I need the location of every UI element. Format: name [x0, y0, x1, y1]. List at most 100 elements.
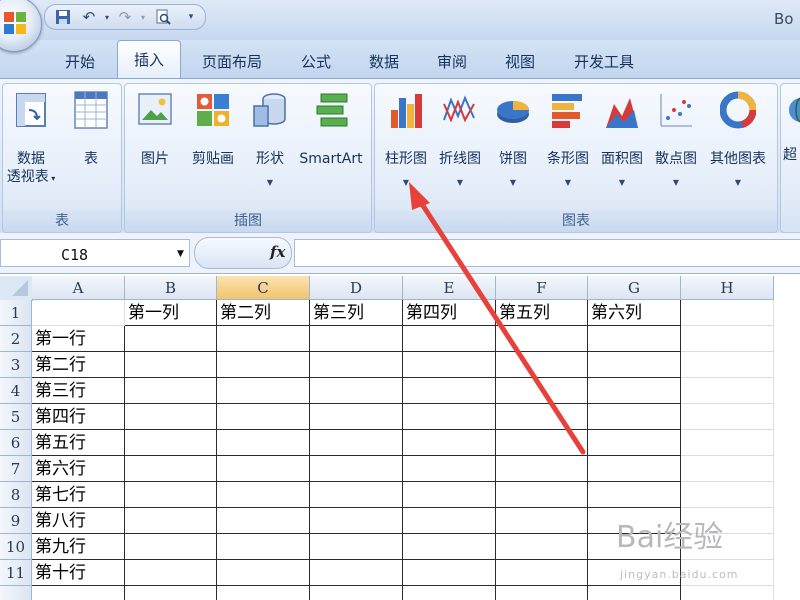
column-header-f[interactable]: F	[496, 276, 588, 300]
table-button[interactable]: 表	[65, 90, 117, 168]
cell-d4[interactable]	[310, 378, 403, 404]
cell-c4[interactable]	[217, 378, 310, 404]
row-header-1[interactable]: 1	[0, 300, 32, 326]
cell-d8[interactable]	[310, 482, 403, 508]
cell-f7[interactable]	[496, 456, 588, 482]
cell-g5[interactable]	[588, 404, 681, 430]
cell-a7[interactable]: 第六行	[32, 456, 125, 482]
cell-c7[interactable]	[217, 456, 310, 482]
cell-d1[interactable]: 第三列	[310, 300, 403, 326]
cell-f9[interactable]	[496, 508, 588, 534]
cell-a1[interactable]	[32, 300, 125, 326]
cell-d6[interactable]	[310, 430, 403, 456]
cell-g12[interactable]	[588, 586, 681, 600]
bar-chart-dropdown-icon[interactable]: ▼	[541, 176, 595, 190]
column-header-b[interactable]: B	[125, 276, 217, 300]
cell-g6[interactable]	[588, 430, 681, 456]
row-header-3[interactable]: 3	[0, 352, 32, 378]
area-chart-dropdown-icon[interactable]: ▼	[595, 176, 649, 190]
undo-icon[interactable]: ↶	[79, 7, 99, 27]
line-chart-button[interactable]: 折线图 ▼	[433, 90, 487, 190]
cell-c6[interactable]	[217, 430, 310, 456]
cell-h6[interactable]	[681, 430, 774, 456]
cell-b1[interactable]: 第一列	[125, 300, 217, 326]
cell-b4[interactable]	[125, 378, 217, 404]
cell-e6[interactable]	[403, 430, 496, 456]
smartart-button[interactable]: SmartArt	[295, 90, 367, 168]
cell-g2[interactable]	[588, 326, 681, 352]
cell-a12[interactable]	[32, 586, 125, 600]
cell-c8[interactable]	[217, 482, 310, 508]
cell-g3[interactable]	[588, 352, 681, 378]
redo-icon[interactable]: ↷	[115, 7, 135, 27]
cell-d12[interactable]	[310, 586, 403, 600]
row-header-6[interactable]: 6	[0, 430, 32, 456]
cell-f10[interactable]	[496, 534, 588, 560]
undo-dropdown-icon[interactable]: ▾	[97, 7, 117, 27]
cell-a6[interactable]: 第五行	[32, 430, 125, 456]
name-box[interactable]: C18 ▼	[0, 239, 190, 267]
row-header-2[interactable]: 2	[0, 326, 32, 352]
cell-g1[interactable]: 第六列	[588, 300, 681, 326]
row-header-11[interactable]: 11	[0, 560, 32, 586]
tab-home[interactable]: 开始	[50, 48, 110, 78]
column-chart-dropdown-icon[interactable]: ▼	[379, 176, 433, 190]
cell-f5[interactable]	[496, 404, 588, 430]
other-charts-dropdown-icon[interactable]: ▼	[703, 176, 773, 190]
cell-e12[interactable]	[403, 586, 496, 600]
column-header-h[interactable]: H	[681, 276, 774, 300]
other-charts-button[interactable]: 其他图表 ▼	[703, 90, 773, 190]
cell-b9[interactable]	[125, 508, 217, 534]
cell-h7[interactable]	[681, 456, 774, 482]
column-header-e[interactable]: E	[403, 276, 496, 300]
row-header-partial[interactable]	[0, 586, 32, 600]
tab-formulas[interactable]: 公式	[288, 48, 344, 78]
cell-b8[interactable]	[125, 482, 217, 508]
cell-c1[interactable]: 第二列	[217, 300, 310, 326]
area-chart-button[interactable]: 面积图 ▼	[595, 90, 649, 190]
cell-b11[interactable]	[125, 560, 217, 586]
cell-e8[interactable]	[403, 482, 496, 508]
cell-f6[interactable]	[496, 430, 588, 456]
insert-function-icon[interactable]: fx	[270, 243, 285, 261]
tab-review[interactable]: 审阅	[424, 48, 480, 78]
pie-chart-dropdown-icon[interactable]: ▼	[487, 176, 539, 190]
hyperlink-button[interactable]: 超	[783, 90, 800, 164]
formula-input[interactable]	[294, 239, 800, 267]
cell-d5[interactable]	[310, 404, 403, 430]
cell-f11[interactable]	[496, 560, 588, 586]
cell-c9[interactable]	[217, 508, 310, 534]
cell-a3[interactable]: 第二行	[32, 352, 125, 378]
column-header-g[interactable]: G	[588, 276, 681, 300]
cell-d9[interactable]	[310, 508, 403, 534]
tab-page-layout[interactable]: 页面布局	[192, 48, 272, 78]
picture-button[interactable]: 图片	[131, 90, 179, 168]
shapes-dropdown-icon[interactable]: ▼	[245, 176, 295, 190]
cell-g8[interactable]	[588, 482, 681, 508]
cell-h5[interactable]	[681, 404, 774, 430]
cell-a8[interactable]: 第七行	[32, 482, 125, 508]
cell-f12[interactable]	[496, 586, 588, 600]
cell-h1[interactable]	[681, 300, 774, 326]
cell-e1[interactable]: 第四列	[403, 300, 496, 326]
cell-e10[interactable]	[403, 534, 496, 560]
cell-f1[interactable]: 第五列	[496, 300, 588, 326]
cell-a9[interactable]: 第八行	[32, 508, 125, 534]
pivot-table-button[interactable]: 数据 透视表 ▾	[5, 90, 57, 188]
cell-a10[interactable]: 第九行	[32, 534, 125, 560]
cell-e11[interactable]	[403, 560, 496, 586]
cell-b7[interactable]	[125, 456, 217, 482]
cell-b3[interactable]	[125, 352, 217, 378]
row-header-4[interactable]: 4	[0, 378, 32, 404]
cell-c3[interactable]	[217, 352, 310, 378]
tab-data[interactable]: 数据	[356, 48, 412, 78]
clip-art-button[interactable]: 剪贴画	[185, 90, 241, 168]
scatter-chart-button[interactable]: 散点图 ▼	[649, 90, 703, 190]
tab-developer[interactable]: 开发工具	[562, 48, 646, 78]
cell-c10[interactable]	[217, 534, 310, 560]
cell-d10[interactable]	[310, 534, 403, 560]
cell-g4[interactable]	[588, 378, 681, 404]
row-header-5[interactable]: 5	[0, 404, 32, 430]
cell-b6[interactable]	[125, 430, 217, 456]
cell-e3[interactable]	[403, 352, 496, 378]
